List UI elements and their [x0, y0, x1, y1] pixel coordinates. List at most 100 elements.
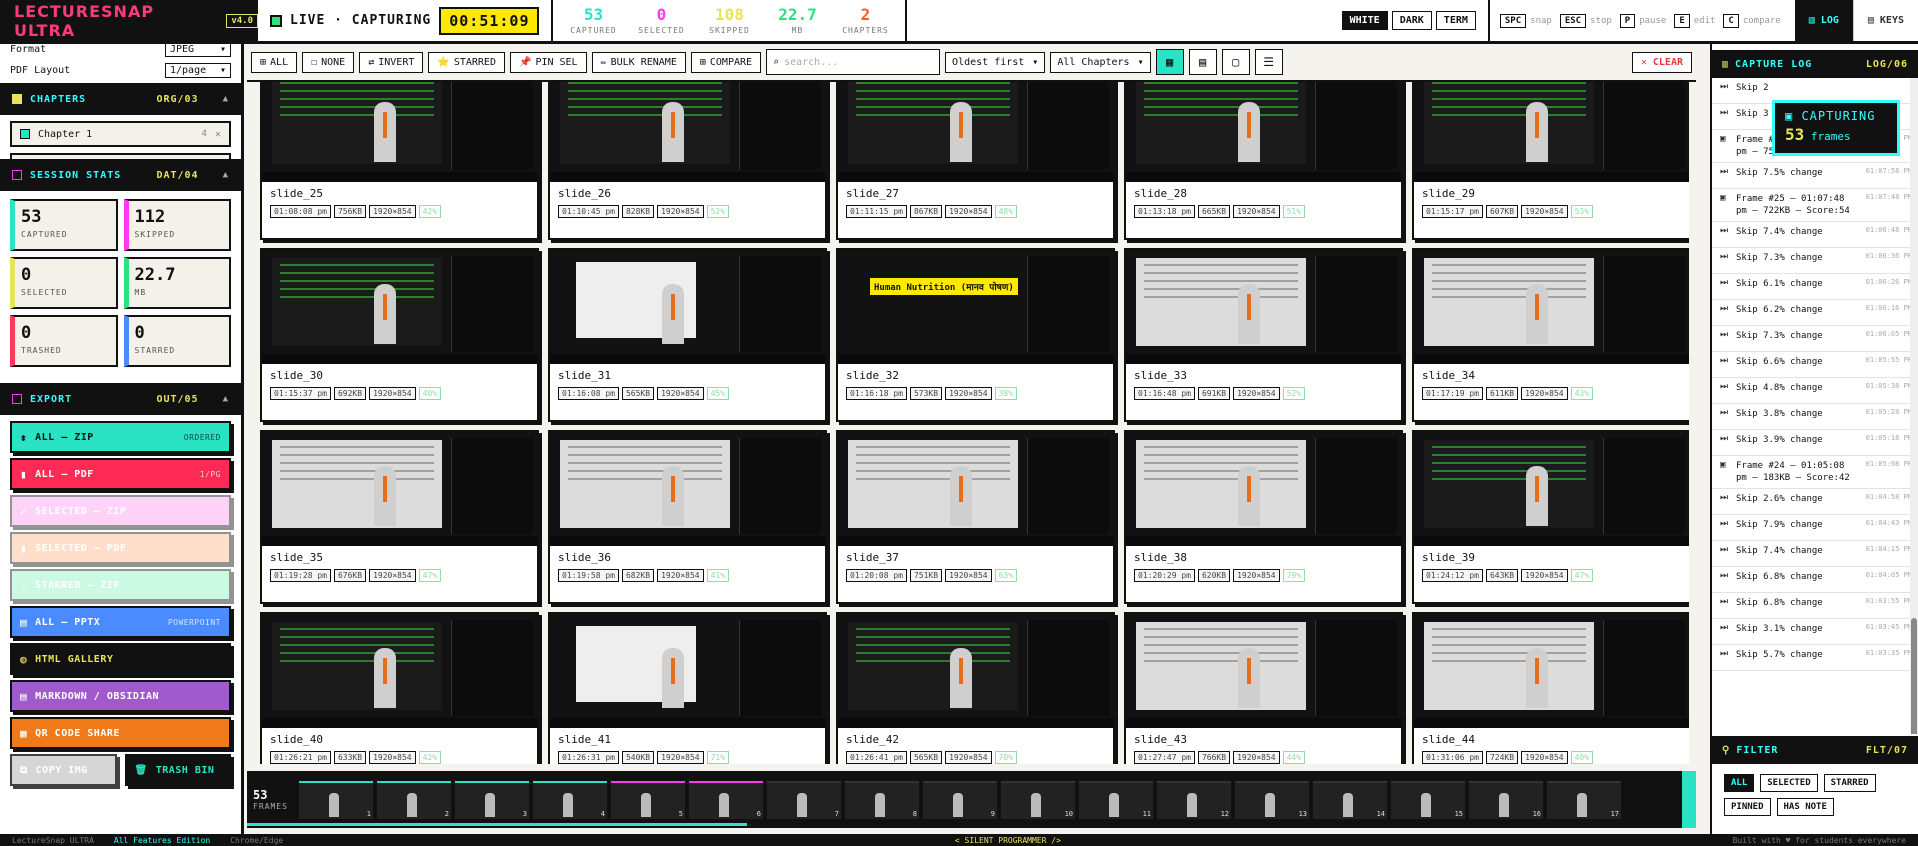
search-box[interactable]: ⌕ search... [766, 49, 941, 75]
slide-thumbnail[interactable] [550, 614, 825, 728]
log-scrollbar-thumb[interactable] [1911, 618, 1917, 734]
slide-name[interactable]: slide_42 [846, 733, 1105, 746]
slide-thumbnail[interactable] [550, 250, 825, 364]
filmstrip-frame[interactable]: 1 [299, 780, 373, 819]
view-single-button[interactable]: ▢ [1221, 49, 1250, 75]
export-qr-code-share-button[interactable]: ▦ QR CODE SHARE [10, 717, 231, 749]
slide-name[interactable]: slide_43 [1134, 733, 1393, 746]
chapter-item[interactable]: Chapter 1 4 ✕ [10, 121, 231, 147]
slide-name[interactable]: slide_25 [270, 187, 529, 200]
filmstrip-frame[interactable]: 16 [1469, 780, 1543, 819]
footer-credit[interactable]: < SILENT PROGRAMMER /> [955, 836, 1061, 845]
slide-thumbnail[interactable] [1414, 82, 1689, 182]
slide-thumbnail[interactable] [1414, 614, 1689, 728]
slide-thumbnail[interactable] [262, 250, 537, 364]
slide-thumbnail[interactable] [1126, 614, 1401, 728]
slide-card[interactable]: slide_41 01:26:31 pm 540KB 1920×854 71% [548, 612, 827, 764]
close-icon[interactable]: ✕ [215, 129, 221, 140]
slide-card[interactable]: slide_26 01:10:45 pm 828KB 1920×854 52% [548, 82, 827, 240]
slide-name[interactable]: slide_32 [846, 369, 1105, 382]
slide-card[interactable]: slide_28 01:13:18 pm 665KB 1920×854 51% [1124, 82, 1403, 240]
slide-card[interactable]: slide_39 01:24:12 pm 643KB 1920×854 47% [1412, 430, 1689, 604]
invert-button[interactable]: ⇄ INVERT [359, 51, 424, 73]
slide-name[interactable]: slide_36 [558, 551, 817, 564]
slide-card[interactable]: slide_33 01:16:48 pm 691KB 1920×854 52% [1124, 248, 1403, 422]
slide-thumbnail[interactable] [1126, 432, 1401, 546]
tab-log[interactable]: ▥ LOG [1794, 0, 1853, 41]
slide-thumbnail[interactable] [550, 82, 825, 182]
filter-starred-button[interactable]: STARRED [1823, 774, 1876, 792]
chapters-header[interactable]: CHAPTERS ORG/03 ▲ [0, 83, 241, 115]
filmstrip-frame[interactable]: 17 [1547, 780, 1621, 819]
slide-card[interactable]: Human Nutrition (मानव पोषण) slide_32 01:16… [836, 248, 1115, 422]
filmstrip-frame[interactable]: 12 [1157, 780, 1231, 819]
none-button[interactable]: ☐ NONE [302, 51, 355, 73]
slide-thumbnail[interactable] [1126, 250, 1401, 364]
slide-card[interactable]: slide_43 01:27:47 pm 766KB 1920×854 44% [1124, 612, 1403, 764]
slide-name[interactable]: slide_29 [1422, 187, 1681, 200]
theme-white-button[interactable]: WHITE [1341, 11, 1388, 30]
slide-thumbnail[interactable] [838, 82, 1113, 182]
slide-card[interactable]: slide_36 01:19:58 pm 682KB 1920×854 41% [548, 430, 827, 604]
slide-thumbnail[interactable]: Human Nutrition (मानव पोषण) [838, 250, 1113, 364]
filmstrip-frame[interactable]: 13 [1235, 780, 1309, 819]
slide-card[interactable]: slide_34 01:17:19 pm 611KB 1920×854 43% [1412, 248, 1689, 422]
slide-card[interactable]: slide_38 01:20:29 pm 620KB 1920×854 79% [1124, 430, 1403, 604]
slide-name[interactable]: slide_35 [270, 551, 529, 564]
tab-keys[interactable]: ▤ KEYS [1852, 0, 1918, 41]
export-all-zip-button[interactable]: ⇟ ALL — ZIP ORDERED [10, 421, 231, 453]
slide-thumbnail[interactable] [1414, 250, 1689, 364]
sort-select[interactable]: Oldest first ▾ [945, 51, 1046, 73]
clear-button[interactable]: ✕ CLEAR [1631, 51, 1692, 73]
filmstrip-frame[interactable]: 15 [1391, 780, 1465, 819]
slide-card[interactable]: slide_42 01:26:41 pm 565KB 1920×854 70% [836, 612, 1115, 764]
slide-card[interactable]: slide_40 01:26:21 pm 633KB 1920×854 42% [260, 612, 539, 764]
slide-thumbnail[interactable] [262, 82, 537, 182]
export-starred-zip-button[interactable]: ☆ STARRED — ZIP [10, 569, 231, 601]
capture-log-header[interactable]: ▥ CAPTURE LOG LOG/06 [1712, 50, 1918, 78]
copy-img-button[interactable]: ⧉ COPY IMG [10, 754, 117, 786]
filmstrip-frame[interactable]: 9 [923, 780, 997, 819]
filmstrip-frame[interactable]: 11 [1079, 780, 1153, 819]
view-list-button[interactable]: ☰ [1254, 49, 1283, 75]
filmstrip-frame[interactable]: 7 [767, 780, 841, 819]
slide-name[interactable]: slide_44 [1422, 733, 1681, 746]
slide-name[interactable]: slide_39 [1422, 551, 1681, 564]
theme-term-button[interactable]: TERM [1435, 11, 1476, 30]
search-input[interactable]: search... [784, 57, 838, 68]
slide-name[interactable]: slide_30 [270, 369, 529, 382]
bulk-rename-button[interactable]: ✏ BULK RENAME [591, 51, 686, 73]
filmstrip-frame[interactable]: 6 [689, 780, 763, 819]
view-grid-small-button[interactable]: ▤ [1188, 49, 1217, 75]
slide-thumbnail[interactable] [262, 432, 537, 546]
chapter-filter-select[interactable]: All Chapters ▾ [1050, 51, 1151, 73]
slide-thumbnail[interactable] [550, 432, 825, 546]
export-html-gallery-button[interactable]: ◍ HTML GALLERY [10, 643, 231, 675]
slide-name[interactable]: slide_34 [1422, 369, 1681, 382]
filter-pinned-button[interactable]: PINNED [1724, 798, 1771, 816]
slide-card[interactable]: slide_44 01:31:06 pm 724KB 1920×854 40% [1412, 612, 1689, 764]
slide-name[interactable]: slide_38 [1134, 551, 1393, 564]
slide-name[interactable]: slide_37 [846, 551, 1105, 564]
pin-sel-button[interactable]: 📌 PIN SEL [509, 51, 587, 73]
starred-button[interactable]: ⭐ STARRED [428, 51, 505, 73]
slide-thumbnail[interactable] [838, 432, 1113, 546]
slide-name[interactable]: slide_31 [558, 369, 817, 382]
slide-card[interactable]: slide_30 01:15:37 pm 692KB 1920×854 40% [260, 248, 539, 422]
slide-thumbnail[interactable] [262, 614, 537, 728]
all-button[interactable]: ⊞ ALL [251, 51, 298, 73]
log-scrollbar[interactable] [1910, 78, 1918, 734]
trash-bin-button[interactable]: 🗑 TRASH BIN [124, 754, 231, 786]
slide-card[interactable]: slide_25 01:08:08 pm 756KB 1920×854 42% [260, 82, 539, 240]
format-select[interactable]: JPEG ▾ [165, 44, 231, 57]
export-markdown-obsidian-button[interactable]: ▤ MARKDOWN / OBSIDIAN [10, 680, 231, 712]
filmstrip-frame[interactable]: 5 [611, 780, 685, 819]
filmstrip-frame[interactable]: 14 [1313, 780, 1387, 819]
pdf-layout-select[interactable]: 1/page ▾ [165, 62, 231, 78]
slide-thumbnail[interactable] [838, 614, 1113, 728]
slide-name[interactable]: slide_33 [1134, 369, 1393, 382]
slide-thumbnail[interactable] [1414, 432, 1689, 546]
export-all-pdf-button[interactable]: ▮ ALL — PDF 1/PG [10, 458, 231, 490]
filmstrip-frame[interactable]: 8 [845, 780, 919, 819]
slide-card[interactable]: slide_29 01:15:17 pm 607KB 1920×854 53% [1412, 82, 1689, 240]
